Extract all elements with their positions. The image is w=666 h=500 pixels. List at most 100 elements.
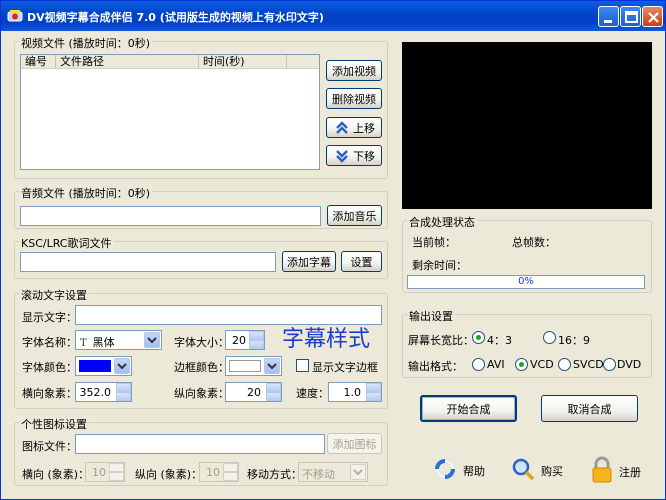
progress-bar: 0% — [407, 275, 645, 289]
status-group-title: 合成处理状态 — [407, 214, 477, 230]
chevron-down-icon — [117, 363, 127, 370]
delete-video-button[interactable]: 删除视频 — [326, 88, 382, 109]
font-color-swatch — [79, 360, 111, 372]
y-pixel-spinner[interactable] — [266, 383, 281, 401]
add-music-button[interactable]: 添加音乐 — [327, 205, 382, 226]
font-color-picker[interactable] — [75, 356, 132, 376]
cancel-compose-button[interactable]: 取消合成 — [541, 395, 638, 422]
column-header-index[interactable]: 编号 — [21, 55, 56, 68]
border-color-dropdown[interactable] — [264, 358, 280, 374]
audio-group-title: 音频文件 (播放时间：0秒) — [19, 185, 153, 201]
current-frame-label: 当前帧： — [412, 236, 456, 249]
aspect-ratio-label: 屏幕长宽比： — [408, 334, 474, 347]
add-video-button[interactable]: 添加视频 — [326, 60, 382, 81]
video-preview — [402, 42, 652, 209]
logo-x-label: 横向 (象素)： — [22, 468, 90, 481]
help-link[interactable]: 帮助 — [433, 457, 495, 483]
format-vcd-radio[interactable] — [515, 358, 528, 371]
move-mode-label: 移动方式： — [247, 468, 302, 481]
aspect-4-3-radio[interactable] — [472, 331, 485, 344]
maximize-button[interactable] — [620, 6, 641, 27]
format-avi-label: AVI — [487, 358, 505, 371]
aspect-16-9-radio[interactable] — [543, 331, 556, 344]
format-svcd-radio[interactable] — [558, 358, 571, 371]
move-mode-dropdown[interactable] — [350, 464, 366, 480]
format-svcd-label: SVCD — [573, 358, 604, 371]
minimize-button[interactable] — [598, 6, 619, 27]
video-list[interactable]: 编号 文件路径 时间(秒) — [20, 54, 320, 170]
double-chevron-down-icon — [336, 149, 348, 163]
help-label: 帮助 — [463, 465, 485, 478]
chevron-down-icon — [267, 363, 277, 370]
format-avi-radio[interactable] — [472, 358, 485, 371]
audio-path-field[interactable] — [20, 206, 321, 226]
output-group-title: 输出设置 — [407, 308, 455, 324]
help-icon — [435, 459, 455, 479]
buy-link[interactable]: 购买 — [511, 457, 573, 483]
output-format-label: 输出格式： — [408, 360, 463, 373]
format-dvd-label: DVD — [617, 358, 642, 371]
font-color-label: 字体颜色： — [22, 361, 77, 374]
start-compose-button[interactable]: 开始合成 — [420, 395, 517, 422]
chevron-down-icon — [147, 337, 157, 344]
move-up-button[interactable]: 上移 — [326, 117, 382, 138]
app-icon — [7, 10, 23, 22]
minimize-icon — [604, 20, 612, 23]
double-chevron-up-icon — [336, 120, 348, 134]
register-link[interactable]: 注册 — [591, 456, 651, 484]
speed-spinner[interactable] — [366, 383, 381, 401]
font-name-label: 字体名称： — [22, 336, 77, 349]
show-border-checkbox[interactable] — [296, 359, 309, 372]
font-color-dropdown[interactable] — [114, 358, 130, 374]
register-label: 注册 — [619, 466, 641, 479]
display-text-label: 显示文字： — [22, 311, 77, 324]
border-color-label: 边框颜色： — [174, 361, 229, 374]
aspect-4-3-label: 4：3 — [487, 334, 512, 347]
column-header-path[interactable]: 文件路径 — [56, 55, 199, 68]
aspect-16-9-label: 16：9 — [558, 334, 590, 347]
buy-label: 购买 — [541, 465, 563, 478]
format-dvd-radio[interactable] — [603, 358, 616, 371]
main-window: DV视频字幕合成伴侣 7.0 (试用版生成的视频上有水印文字) 视频文件 (播放… — [0, 0, 666, 500]
add-subtitle-button[interactable]: 添加字幕 — [282, 251, 336, 272]
lyrics-group-title: KSC/LRC歌词文件 — [19, 235, 114, 251]
close-icon — [648, 12, 659, 23]
magnifier-icon — [512, 458, 535, 481]
total-frames-label: 总帧数： — [512, 236, 556, 249]
font-name-dropdown[interactable] — [144, 332, 160, 348]
close-button[interactable] — [642, 6, 663, 27]
maximize-icon — [625, 11, 638, 23]
move-down-button[interactable]: 下移 — [326, 145, 382, 166]
lyrics-settings-button[interactable]: 设置 — [341, 251, 382, 272]
logo-x-spinner[interactable] — [109, 463, 124, 481]
border-color-picker[interactable] — [225, 356, 282, 376]
logo-y-spinner[interactable] — [223, 463, 238, 481]
window-title: DV视频字幕合成伴侣 7.0 (试用版生成的视频上有水印文字) — [27, 11, 324, 24]
format-vcd-label: VCD — [530, 358, 554, 371]
video-list-header: 编号 文件路径 时间(秒) — [21, 55, 319, 69]
logo-file-field[interactable] — [75, 434, 325, 454]
x-pixel-spinner[interactable] — [116, 383, 131, 401]
show-border-label: 显示文字边框 — [312, 361, 378, 374]
x-pixel-label: 横向象素： — [22, 387, 77, 400]
border-color-swatch — [229, 360, 261, 372]
move-mode-value: 不移动 — [302, 468, 335, 481]
speed-label: 速度： — [296, 387, 329, 400]
logo-group-title: 个性图标设置 — [19, 416, 89, 432]
title-bar[interactable]: DV视频字幕合成伴侣 7.0 (试用版生成的视频上有水印文字) — [1, 1, 665, 31]
y-pixel-label: 纵向象素： — [174, 387, 229, 400]
move-up-label: 上移 — [353, 121, 375, 135]
add-logo-button[interactable]: 添加图标 — [327, 433, 382, 454]
font-size-spinner[interactable] — [249, 331, 264, 349]
lyrics-path-field[interactable] — [20, 252, 276, 272]
font-name-select[interactable]: T 黑体 — [75, 330, 162, 350]
move-mode-select[interactable]: 不移动 — [298, 462, 368, 482]
truetype-font-icon: T — [80, 338, 87, 349]
remaining-time-label: 剩余时间： — [412, 259, 467, 272]
video-group-title: 视频文件 (播放时间：0秒) — [19, 35, 153, 51]
font-size-label: 字体大小： — [174, 336, 229, 349]
scroll-text-group-title: 滚动文字设置 — [19, 287, 89, 303]
subtitle-style-preview: 字幕样式 — [282, 327, 371, 352]
chevron-down-icon — [353, 469, 363, 476]
column-header-duration[interactable]: 时间(秒) — [199, 55, 287, 68]
